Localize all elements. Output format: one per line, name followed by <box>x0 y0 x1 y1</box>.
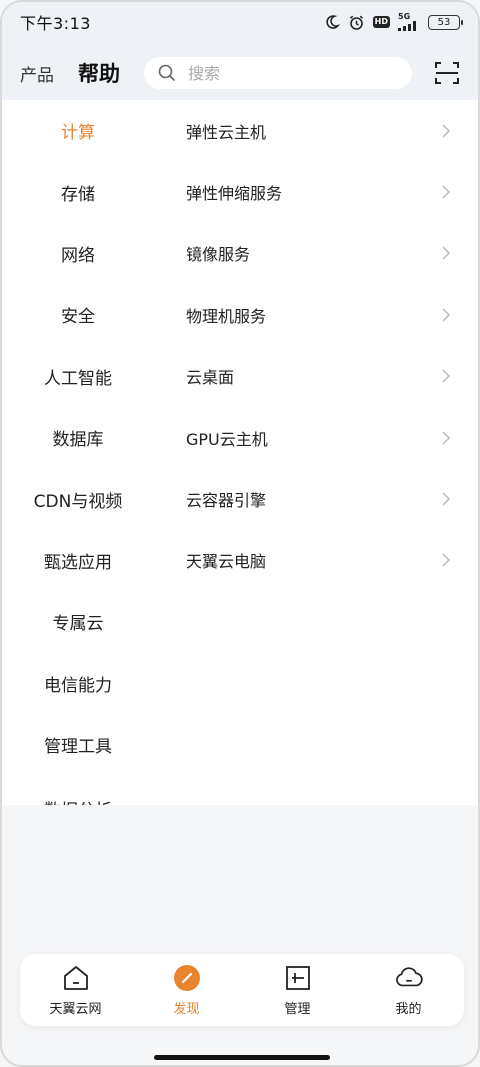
category-item-cdn-video[interactable]: CDN与视频 <box>2 468 154 529</box>
subcategory-list: 弹性云主机 弹性伸缩服务 镜像服务 物理机服务 云桌面 GPU云主机 云容器引擎… <box>154 100 464 591</box>
category-label: 数据库 <box>52 430 104 451</box>
category-item-network[interactable]: 网络 <box>2 223 154 284</box>
category-item-ai[interactable]: 人工智能 <box>2 346 154 407</box>
search-icon <box>158 64 175 81</box>
search-input[interactable] <box>188 63 388 83</box>
lower-background <box>2 805 478 1065</box>
chevron-right-icon <box>442 124 451 138</box>
chevron-right-icon <box>442 308 451 322</box>
hd-badge: HD <box>372 16 390 28</box>
bottom-tab-bar: 天翼云网 发现 管理 我的 <box>20 954 464 1026</box>
subitem-label: 物理机服务 <box>186 306 267 326</box>
status-time: 下午3:13 <box>20 14 91 33</box>
tab-home[interactable]: 天翼云网 <box>20 954 131 1026</box>
category-label: 存储 <box>61 184 95 205</box>
tab-manage[interactable]: 管理 <box>242 954 353 1026</box>
search-box[interactable] <box>144 57 412 89</box>
category-label: 电信能力 <box>44 675 112 696</box>
category-label: 网络 <box>61 245 95 266</box>
category-item-database[interactable]: 数据库 <box>2 407 154 468</box>
app-screen: 下午3:13 HD 5G 53 产品 帮助 搜索 计算 存储 网络 安全 人工智… <box>0 0 480 1067</box>
list-item[interactable]: 弹性伸缩服务 <box>154 161 464 222</box>
battery-indicator: 53 <box>428 14 463 30</box>
home-indicator[interactable] <box>154 1055 330 1060</box>
header: 产品 帮助 <box>2 46 478 100</box>
chevron-right-icon <box>442 369 451 383</box>
category-item-security[interactable]: 安全 <box>2 284 154 345</box>
subitem-label: 云桌面 <box>186 368 235 388</box>
category-list: 计算 存储 网络 安全 人工智能 数据库 CDN与视频 甄选应用 专属云 电信能… <box>2 100 154 805</box>
subitem-label: 弹性伸缩服务 <box>186 184 283 204</box>
category-label: 数据分析 <box>44 796 112 805</box>
status-icons: HD 5G 53 <box>324 13 463 31</box>
status-bar: 下午3:13 HD 5G 53 <box>2 2 478 42</box>
subitem-label: 弹性云主机 <box>186 122 267 142</box>
tab-help[interactable]: 帮助 <box>78 58 120 88</box>
list-item[interactable]: GPU云主机 <box>154 407 464 468</box>
subitem-label: 天翼云电脑 <box>186 552 267 572</box>
category-label: CDN与视频 <box>33 491 123 512</box>
list-item[interactable]: 镜像服务 <box>154 223 464 284</box>
signal-icon: 5G <box>398 13 420 31</box>
subitem-label: 云容器引擎 <box>186 491 267 511</box>
network-type: 5G <box>398 12 411 21</box>
category-item-storage[interactable]: 存储 <box>2 161 154 222</box>
tab-discover[interactable]: 发现 <box>131 954 242 1026</box>
tab-profile[interactable]: 我的 <box>353 954 464 1026</box>
category-label: 甄选应用 <box>44 552 112 573</box>
chevron-right-icon <box>442 492 451 506</box>
category-item-data-analysis[interactable]: 数据分析 <box>2 775 154 805</box>
moon-icon <box>324 14 340 30</box>
category-item-compute[interactable]: 计算 <box>2 100 154 161</box>
list-item[interactable]: 云容器引擎 <box>154 468 464 529</box>
category-item-dedicated-cloud[interactable]: 专属云 <box>2 591 154 652</box>
category-label: 计算 <box>61 123 95 144</box>
category-item-telecom[interactable]: 电信能力 <box>2 653 154 714</box>
manage-icon <box>284 964 312 992</box>
category-label: 人工智能 <box>44 368 112 389</box>
category-label: 管理工具 <box>44 737 112 758</box>
list-item[interactable]: 云桌面 <box>154 346 464 407</box>
tab-label: 发现 <box>173 1001 200 1017</box>
category-label: 安全 <box>61 307 95 328</box>
subitem-label: GPU云主机 <box>186 429 268 449</box>
list-item[interactable]: 天翼云电脑 <box>154 530 464 591</box>
chevron-right-icon <box>442 431 451 445</box>
category-label: 专属云 <box>52 614 104 635</box>
tab-label: 管理 <box>284 1001 311 1017</box>
tab-label: 天翼云网 <box>49 1001 102 1017</box>
category-item-selected-apps[interactable]: 甄选应用 <box>2 530 154 591</box>
scan-button[interactable] <box>434 60 460 86</box>
list-item[interactable]: 物理机服务 <box>154 284 464 345</box>
home-icon <box>62 964 90 992</box>
tab-label: 我的 <box>395 1001 422 1017</box>
discover-icon <box>173 964 201 992</box>
chevron-right-icon <box>442 553 451 567</box>
list-item[interactable]: 弹性云主机 <box>154 100 464 161</box>
cloud-profile-icon <box>395 964 423 992</box>
tab-products[interactable]: 产品 <box>20 61 54 86</box>
category-item-management-tools[interactable]: 管理工具 <box>2 714 154 775</box>
chevron-right-icon <box>442 185 451 199</box>
scan-icon <box>435 62 459 84</box>
chevron-right-icon <box>442 246 451 260</box>
alarm-icon <box>348 14 365 31</box>
subitem-label: 镜像服务 <box>186 245 251 265</box>
main-content: 计算 存储 网络 安全 人工智能 数据库 CDN与视频 甄选应用 专属云 电信能… <box>2 100 478 805</box>
